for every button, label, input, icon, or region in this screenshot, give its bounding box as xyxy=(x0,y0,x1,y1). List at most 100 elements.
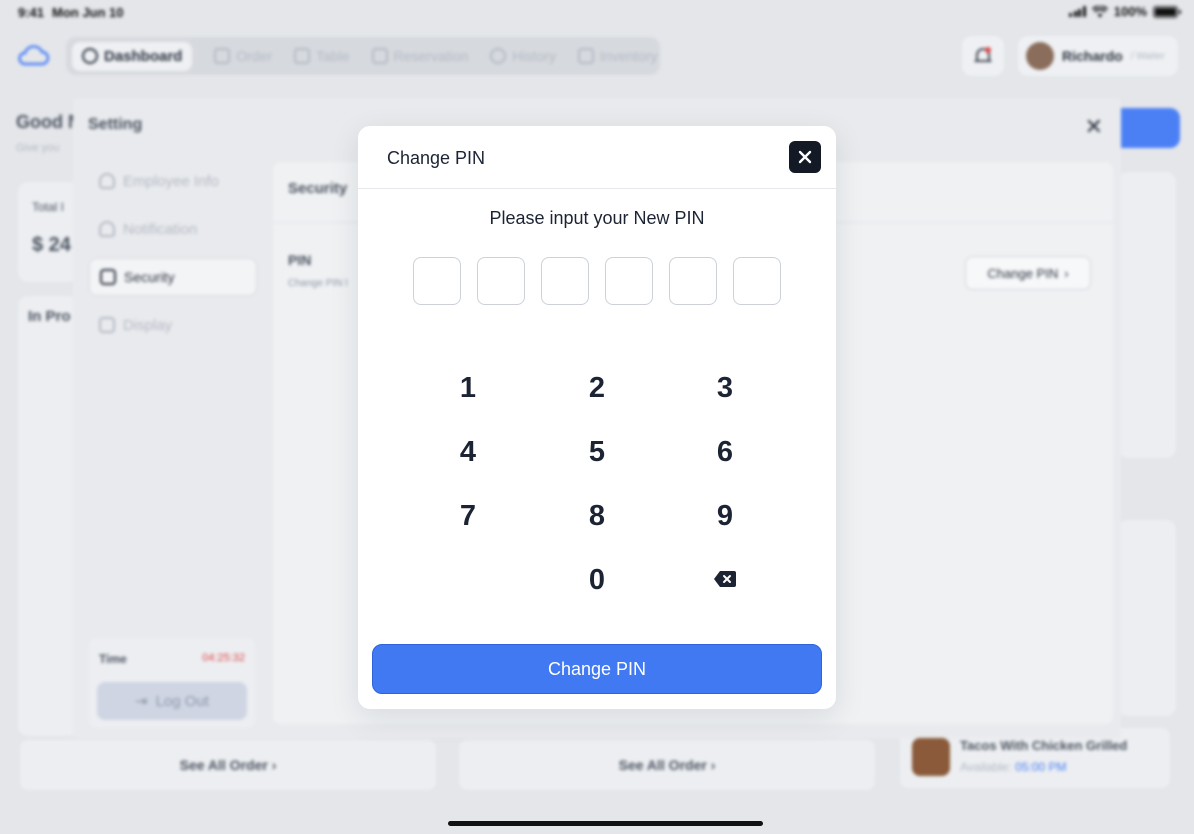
user-role: / Waiter xyxy=(1130,50,1165,62)
change-pin-label: Change PIN xyxy=(987,265,1059,281)
sidebar-item-employee-info[interactable]: Employee Info xyxy=(89,162,257,200)
shift-time-box: Time 04:25:32 ⇥ Log Out xyxy=(89,638,255,728)
nav-reservation[interactable]: Reservation xyxy=(371,48,469,64)
pin-digit-field[interactable] xyxy=(413,257,461,305)
change-pin-dialog: Change PIN Please input your New PIN 1 2… xyxy=(358,126,836,709)
total-label: Total I xyxy=(32,200,65,214)
nav-label: History xyxy=(512,48,556,64)
keypad-key-2[interactable]: 2 xyxy=(557,363,637,413)
cloud-logo-icon xyxy=(18,45,49,66)
pin-digit-field[interactable] xyxy=(477,257,525,305)
sidebar-item-label: Security xyxy=(124,269,175,285)
user-name: Richardo xyxy=(1062,48,1123,64)
status-bar: 9:41 Mon Jun 10 100% xyxy=(0,0,1194,24)
home-indicator[interactable] xyxy=(448,821,763,826)
see-all-order-label: See All Order xyxy=(179,757,268,773)
lock-icon xyxy=(100,269,116,285)
right-list-card xyxy=(1118,520,1176,716)
greeting-subtitle: Give you xyxy=(16,142,60,154)
food-available-label: Available: xyxy=(960,760,1012,774)
keypad-key-3[interactable]: 3 xyxy=(685,363,765,413)
avatar xyxy=(1026,42,1054,70)
store-icon xyxy=(577,48,594,64)
nav-label: Table xyxy=(316,48,350,64)
document-icon xyxy=(214,48,231,64)
time-value: 04:25:32 xyxy=(202,652,245,664)
backspace-button[interactable] xyxy=(695,559,755,599)
total-value: $ 24 xyxy=(32,234,71,256)
bell-icon xyxy=(99,221,115,237)
top-navigation: Dashboard Order Table Reservation Histor… xyxy=(66,37,660,75)
dialog-title: Change PIN xyxy=(387,148,486,168)
logout-icon: ⇥ xyxy=(135,693,148,710)
user-profile-chip[interactable]: Richardo / Waiter xyxy=(1018,36,1178,76)
settings-close-button[interactable]: ✕ xyxy=(1085,114,1103,140)
status-time: 9:41 xyxy=(18,5,45,20)
sidebar-item-label: Display xyxy=(123,316,173,334)
image-icon xyxy=(99,317,115,333)
pin-digit-field[interactable] xyxy=(733,257,781,305)
dialog-header: Change PIN xyxy=(358,126,836,189)
close-icon xyxy=(798,150,812,164)
change-pin-submit-button[interactable]: Change PIN xyxy=(372,644,822,694)
pin-prompt: Please input your New PIN xyxy=(489,208,705,228)
battery-icon xyxy=(1153,5,1181,18)
logout-button[interactable]: ⇥ Log Out xyxy=(97,682,247,720)
nav-label: Dashboard xyxy=(104,47,183,65)
nav-history[interactable]: History xyxy=(490,48,556,64)
nav-order[interactable]: Order xyxy=(214,48,272,64)
nav-dashboard[interactable]: Dashboard xyxy=(72,41,193,71)
keypad-key-1[interactable]: 1 xyxy=(428,363,508,413)
status-right: 100% xyxy=(1069,4,1181,19)
nav-inventory[interactable]: Inventory xyxy=(577,48,658,64)
open-change-pin-button[interactable]: Change PIN › xyxy=(965,256,1091,290)
monitor-icon xyxy=(294,48,311,64)
dialog-close-button[interactable] xyxy=(789,141,821,173)
nav-label: Order xyxy=(236,48,273,64)
nav-label: Reservation xyxy=(393,48,469,64)
total-card: Total I $ 24 xyxy=(18,182,78,282)
section-title: Security xyxy=(288,180,348,197)
clock-icon xyxy=(490,48,507,64)
keypad-key-4[interactable]: 4 xyxy=(428,427,508,477)
user-icon xyxy=(99,173,115,189)
keypad-key-7[interactable]: 7 xyxy=(428,491,508,541)
food-name: Tacos With Chicken Grilled xyxy=(960,738,1128,753)
submit-label: Change PIN xyxy=(547,658,647,679)
chevron-right-icon: › xyxy=(1064,265,1069,281)
keypad-key-9[interactable]: 9 xyxy=(685,491,765,541)
bell-icon xyxy=(973,47,993,62)
keypad-key-0[interactable]: 0 xyxy=(557,555,637,605)
sidebar-item-display[interactable]: Display xyxy=(89,306,257,344)
cellular-signal-icon xyxy=(1069,6,1086,17)
keypad-key-8[interactable]: 8 xyxy=(557,491,637,541)
dashboard-icon xyxy=(82,48,98,64)
see-all-order-middle[interactable]: See All Order › xyxy=(459,740,875,790)
food-thumbnail xyxy=(912,738,950,776)
pin-digit-field[interactable] xyxy=(541,257,589,305)
see-all-order-label: See All Order xyxy=(618,757,707,773)
calendar-icon xyxy=(371,48,388,64)
in-progress-card: In Pro xyxy=(18,296,78,736)
pin-row-title: PIN xyxy=(288,252,312,268)
see-all-order-left[interactable]: See All Order › xyxy=(20,740,436,790)
capacity-card xyxy=(1118,172,1176,458)
keypad-key-5[interactable]: 5 xyxy=(557,427,637,477)
settings-title: Setting xyxy=(88,116,143,133)
backspace-icon xyxy=(714,571,736,587)
sidebar-item-security[interactable]: Security xyxy=(89,258,257,296)
keypad-key-6[interactable]: 6 xyxy=(685,427,765,477)
wifi-icon xyxy=(1091,5,1108,17)
notification-button[interactable] xyxy=(962,36,1004,76)
time-label: Time xyxy=(99,652,127,666)
battery-percent: 100% xyxy=(1113,4,1147,19)
nav-label: Inventory xyxy=(599,48,658,64)
logout-label: Log Out xyxy=(155,692,209,710)
pin-row-subtitle: Change PIN l xyxy=(288,278,348,289)
food-available-time: 05:00 PM xyxy=(1015,760,1067,774)
nav-table[interactable]: Table xyxy=(294,48,350,64)
sidebar-item-label: Notification xyxy=(123,220,198,238)
pin-digit-field[interactable] xyxy=(605,257,653,305)
pin-digit-field[interactable] xyxy=(669,257,717,305)
sidebar-item-notification[interactable]: Notification xyxy=(89,210,257,248)
